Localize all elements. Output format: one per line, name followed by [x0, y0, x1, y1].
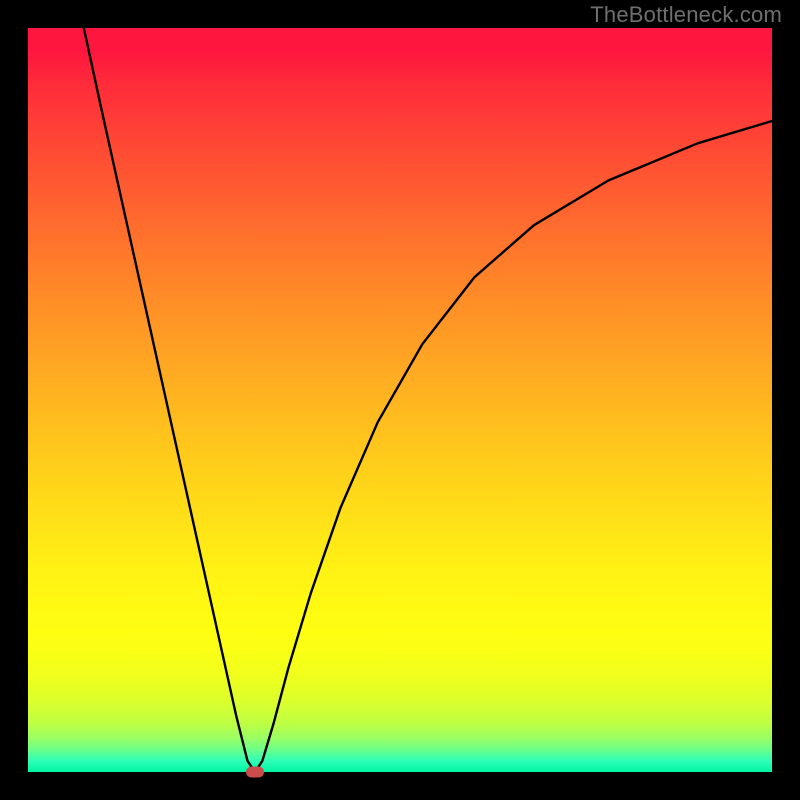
bottleneck-curve [84, 28, 772, 772]
minimum-marker [246, 767, 264, 778]
watermark-text: TheBottleneck.com [590, 2, 782, 28]
chart-frame: TheBottleneck.com [0, 0, 800, 800]
plot-area [28, 28, 772, 772]
curve-svg [28, 28, 772, 772]
